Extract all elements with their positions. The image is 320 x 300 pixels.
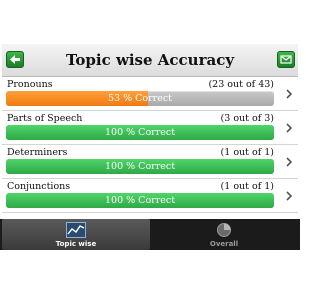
topic-name: Determiners xyxy=(7,147,68,158)
accuracy-label: 100 % Correct xyxy=(104,127,176,138)
chevron-right-icon xyxy=(286,123,293,133)
mail-button[interactable] xyxy=(277,51,295,68)
chevron-right-icon xyxy=(286,157,293,167)
topic-count: (3 out of 3) xyxy=(220,113,274,124)
topic-row-parts-of-speech[interactable]: Parts of Speech (3 out of 3) 100 % Corre… xyxy=(2,111,298,145)
tab-label: Topic wise xyxy=(55,240,97,248)
pie-chart-icon xyxy=(217,223,231,237)
line-chart-icon xyxy=(66,222,86,238)
topic-count: (1 out of 1) xyxy=(220,181,274,192)
mail-icon xyxy=(280,55,292,64)
accuracy-bar: 53 % Correct xyxy=(6,91,274,106)
accuracy-bar: 100 % Correct xyxy=(6,193,274,208)
accuracy-bar: 100 % Correct xyxy=(6,159,274,174)
topic-count: (23 out of 43) xyxy=(208,79,274,90)
chevron-right-icon xyxy=(286,191,293,201)
back-arrow-icon xyxy=(10,55,20,64)
accuracy-label: 100 % Correct xyxy=(104,161,176,172)
accuracy-label: 53 % Correct xyxy=(108,93,172,104)
tab-overall[interactable]: Overall xyxy=(150,219,298,250)
topic-row-conjunctions[interactable]: Conjunctions (1 out of 1) 100 % Correct xyxy=(2,179,298,213)
topic-name: Parts of Speech xyxy=(7,113,83,124)
topic-count: (1 out of 1) xyxy=(220,147,274,158)
back-button[interactable] xyxy=(6,51,24,68)
tab-topic-wise[interactable]: Topic wise xyxy=(2,219,150,250)
tab-bar: Topic wise Overall xyxy=(0,219,300,250)
header-bar: Topic wise Accuracy xyxy=(2,44,298,77)
tab-label: Overall xyxy=(209,240,239,248)
topic-row-pronouns[interactable]: Pronouns (23 out of 43) 53 % Correct xyxy=(2,77,298,111)
topic-name: Conjunctions xyxy=(7,181,71,192)
page-title: Topic wise Accuracy xyxy=(65,51,235,69)
topic-row-determiners[interactable]: Determiners (1 out of 1) 100 % Correct xyxy=(2,145,298,179)
accuracy-bar: 100 % Correct xyxy=(6,125,274,140)
accuracy-label: 100 % Correct xyxy=(104,195,176,206)
chevron-right-icon xyxy=(286,89,293,99)
topic-name: Pronouns xyxy=(7,79,53,90)
